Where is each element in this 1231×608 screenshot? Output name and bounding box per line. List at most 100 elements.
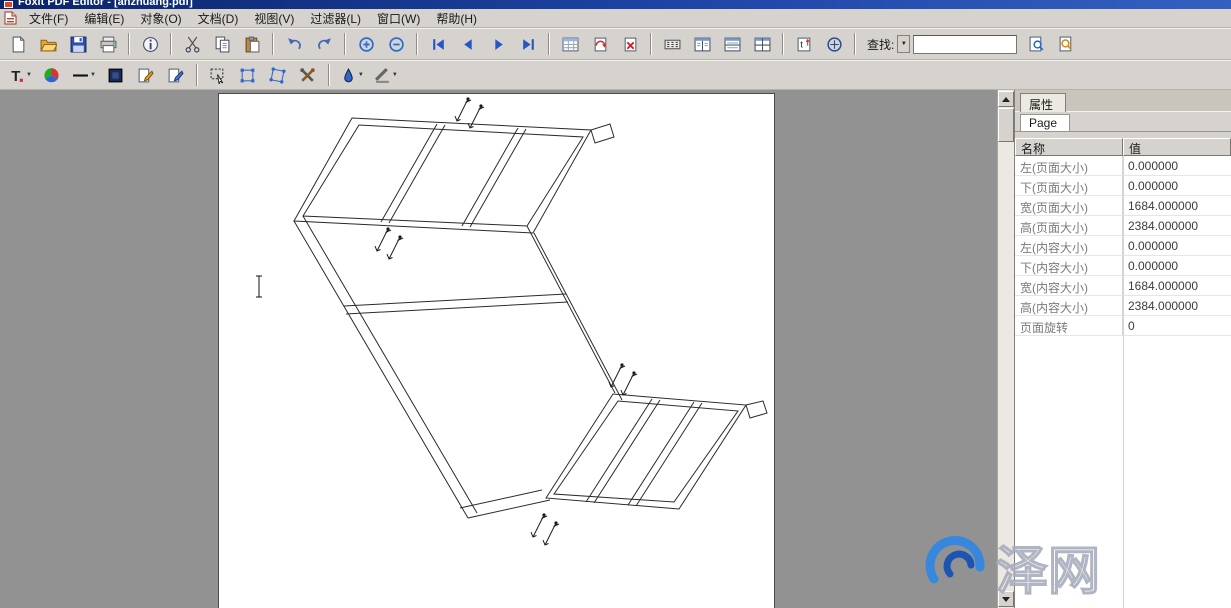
- open-button[interactable]: [35, 31, 61, 57]
- arrow-down-icon: [1002, 597, 1010, 602]
- edit-object-button[interactable]: [133, 62, 159, 88]
- line-tool-icon: [72, 67, 89, 84]
- undo-button[interactable]: [281, 31, 307, 57]
- edit-page-icon: [167, 67, 184, 84]
- svg-text:T: T: [11, 68, 20, 83]
- menu-window[interactable]: 窗口(W): [369, 9, 428, 28]
- scrollbar-thumb[interactable]: [998, 108, 1014, 142]
- hex-view-button[interactable]: [659, 31, 685, 57]
- menu-document[interactable]: 文档(D): [190, 9, 247, 28]
- property-value[interactable]: 0.000000: [1123, 156, 1231, 175]
- page-grid-button[interactable]: [557, 31, 583, 57]
- vertical-scrollbar[interactable]: [997, 90, 1014, 608]
- prev-page-button[interactable]: [455, 31, 481, 57]
- last-page-icon: [520, 36, 537, 53]
- text-extract-button[interactable]: t: [791, 31, 817, 57]
- menu-file[interactable]: 文件(F): [21, 9, 76, 28]
- scroll-down-button[interactable]: [998, 591, 1014, 607]
- new-document-button[interactable]: [5, 31, 31, 57]
- property-value[interactable]: 2384.000000: [1123, 296, 1231, 315]
- menu-view[interactable]: 视图(V): [246, 9, 302, 28]
- property-name: 页面旋转: [1015, 316, 1123, 335]
- first-page-button[interactable]: [425, 31, 451, 57]
- find-in-page-button[interactable]: [1023, 31, 1049, 57]
- cut-button[interactable]: [179, 31, 205, 57]
- property-name: 左(页面大小): [1015, 156, 1123, 175]
- last-page-button[interactable]: [515, 31, 541, 57]
- find-dropdown-button[interactable]: ▼: [897, 35, 910, 53]
- property-value[interactable]: 1684.000000: [1123, 276, 1231, 295]
- distort-button[interactable]: [265, 62, 291, 88]
- fill-style-icon: [374, 67, 391, 84]
- redo-button[interactable]: [311, 31, 337, 57]
- find-next-page-button[interactable]: [1053, 31, 1079, 57]
- target-button[interactable]: [821, 31, 847, 57]
- property-name: 下(页面大小): [1015, 176, 1123, 195]
- app-icon: [4, 1, 13, 8]
- menu-object[interactable]: 对象(O): [132, 9, 189, 28]
- property-value[interactable]: 2384.000000: [1123, 216, 1231, 235]
- panel-title-row: 属性: [1015, 90, 1231, 112]
- transform-button[interactable]: [235, 62, 261, 88]
- property-value[interactable]: 0.000000: [1123, 256, 1231, 275]
- fill-style-button[interactable]: ▼: [371, 62, 401, 88]
- info-button[interactable]: [137, 31, 163, 57]
- menu-bar: 文件(F) 编辑(E) 对象(O) 文档(D) 视图(V) 过滤器(L) 窗口(…: [0, 9, 1231, 28]
- tile-vertical-button[interactable]: [749, 31, 775, 57]
- chevron-down-icon: ▼: [392, 72, 398, 78]
- stroke-color-button[interactable]: ▼: [337, 62, 367, 88]
- menu-filter[interactable]: 过滤器(L): [302, 9, 369, 28]
- print-button[interactable]: [95, 31, 121, 57]
- toolbar-separator: [272, 33, 274, 55]
- tools-toolbar: T▼ ▼ ▼ ▼: [0, 60, 1231, 90]
- hex-view-icon: [664, 36, 681, 53]
- tab-page[interactable]: Page: [1020, 114, 1070, 131]
- scroll-up-button[interactable]: [998, 91, 1014, 107]
- property-name: 高(内容大小): [1015, 296, 1123, 315]
- redo-icon: [316, 36, 333, 53]
- main-toolbar: t 查找: ▼: [0, 28, 1231, 60]
- marquee-select-button[interactable]: [205, 62, 231, 88]
- menu-edit[interactable]: 编辑(E): [76, 9, 132, 28]
- save-button[interactable]: [65, 31, 91, 57]
- edit-object-icon: [137, 67, 154, 84]
- tools-button[interactable]: [295, 62, 321, 88]
- arrow-up-icon: [1002, 97, 1010, 102]
- find-in-page-icon: [1028, 36, 1045, 53]
- print-icon: [100, 36, 117, 53]
- toolbar-separator: [344, 33, 346, 55]
- first-page-icon: [430, 36, 447, 53]
- paste-icon: [244, 36, 261, 53]
- text-tool-button[interactable]: T▼: [5, 62, 35, 88]
- color-wheel-button[interactable]: [39, 62, 65, 88]
- transform-icon: [239, 67, 256, 84]
- zoom-out-button[interactable]: [383, 31, 409, 57]
- find-next-page-icon: [1058, 36, 1075, 53]
- document-canvas-area[interactable]: [0, 90, 997, 608]
- edit-page-button[interactable]: [163, 62, 189, 88]
- tile-horizontal-button[interactable]: [719, 31, 745, 57]
- property-value[interactable]: 0: [1123, 316, 1231, 335]
- menu-help[interactable]: 帮助(H): [428, 9, 485, 28]
- tools-icon: [299, 67, 316, 84]
- line-tool-button[interactable]: ▼: [69, 62, 99, 88]
- target-icon: [826, 36, 843, 53]
- delete-page-button[interactable]: [617, 31, 643, 57]
- property-value[interactable]: 0.000000: [1123, 176, 1231, 195]
- fill-color-button[interactable]: [103, 62, 129, 88]
- property-value[interactable]: 0.000000: [1123, 236, 1231, 255]
- split-view-button[interactable]: [689, 31, 715, 57]
- zoom-in-button[interactable]: [353, 31, 379, 57]
- find-input[interactable]: [913, 35, 1017, 54]
- copy-icon: [214, 36, 231, 53]
- property-name: 左(内容大小): [1015, 236, 1123, 255]
- import-page-button[interactable]: [587, 31, 613, 57]
- pdf-page[interactable]: [218, 93, 775, 608]
- next-page-button[interactable]: [485, 31, 511, 57]
- toolbar-separator: [170, 33, 172, 55]
- copy-button[interactable]: [209, 31, 235, 57]
- save-icon: [70, 36, 87, 53]
- document-icon: [4, 11, 17, 25]
- property-value[interactable]: 1684.000000: [1123, 196, 1231, 215]
- paste-button[interactable]: [239, 31, 265, 57]
